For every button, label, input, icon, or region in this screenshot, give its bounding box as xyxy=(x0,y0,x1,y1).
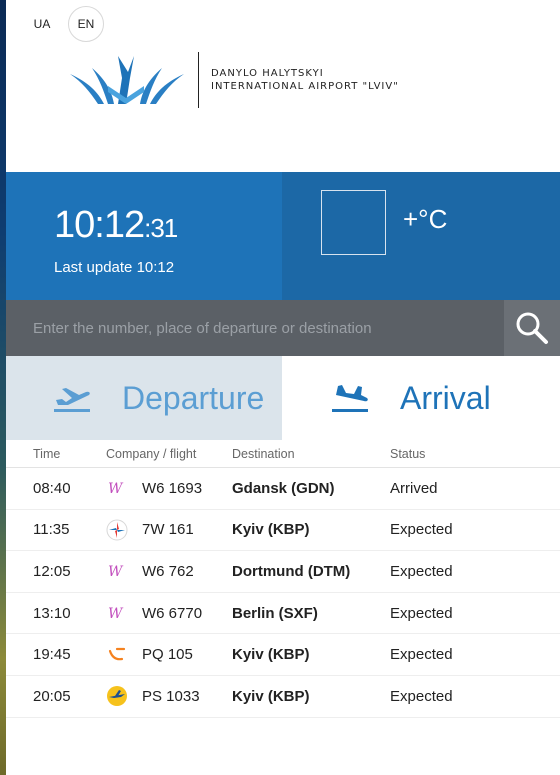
flight-time: 11:35 xyxy=(33,521,70,539)
flight-company: PS 1033 xyxy=(106,685,232,707)
table-row[interactable]: 20:05 PS 1033 Kyiv (KBP) Expected xyxy=(6,676,560,718)
plane-landing-icon xyxy=(332,385,368,412)
flight-destination: Berlin (SXF) xyxy=(232,604,318,622)
last-update-text: Last update 10:12 xyxy=(54,259,175,276)
flight-destination: Kyiv (KBP) xyxy=(232,687,310,705)
flight-destination: Kyiv (KBP) xyxy=(232,521,310,539)
windrose-logo-icon xyxy=(106,519,128,541)
table-row[interactable]: 19:45 PQ 105 Kyiv (KBP) Expected xyxy=(6,634,560,676)
airport-name-line1: DANYLO HALYTSKYI xyxy=(211,68,324,79)
header-status[interactable]: Status xyxy=(390,447,530,461)
flight-time: 20:05 xyxy=(33,687,71,705)
flight-destination: Dortmund (DTM) xyxy=(232,562,351,580)
language-switch: UA EN xyxy=(24,6,104,42)
clock-seconds: :31 xyxy=(144,213,178,243)
temperature: +°C xyxy=(403,204,448,234)
flight-status: Expected xyxy=(390,646,453,664)
clock: 10:12:31 xyxy=(54,204,178,247)
wizzair-logo-icon: W xyxy=(106,477,128,499)
flight-number: W6 1693 xyxy=(142,479,203,497)
flight-number: W6 6770 xyxy=(142,604,203,622)
uia-logo-icon xyxy=(106,685,128,707)
flight-company: W W6 6770 xyxy=(106,602,232,624)
flight-time: 08:40 xyxy=(33,479,71,497)
table-row[interactable]: 11:35 7W 161 Kyiv (KBP) Expected xyxy=(6,510,560,552)
search-input[interactable] xyxy=(6,300,502,356)
plane-takeoff-icon xyxy=(54,388,90,412)
lang-en-button[interactable]: EN xyxy=(68,6,104,42)
flight-status: Expected xyxy=(390,562,453,580)
table-row[interactable]: 12:05 W W6 762 Dortmund (DTM) Expected xyxy=(6,551,560,593)
flight-time: 19:45 xyxy=(33,646,71,664)
flight-number: PQ 105 xyxy=(142,646,193,664)
flight-time: 12:05 xyxy=(33,562,71,580)
lang-ua-button[interactable]: UA xyxy=(24,6,60,42)
flight-company: W W6 762 xyxy=(106,560,232,582)
airport-logo[interactable]: DANYLO HALYTSKYI INTERNATIONAL AIRPORT "… xyxy=(68,52,399,108)
search-bar xyxy=(6,300,560,356)
header-time[interactable]: Time xyxy=(6,447,106,461)
airport-name: DANYLO HALYTSKYI INTERNATIONAL AIRPORT "… xyxy=(211,67,399,93)
direction-tabs: Departure Arrival xyxy=(6,356,560,440)
flight-destination: Kyiv (KBP) xyxy=(232,646,310,664)
flight-status: Expected xyxy=(390,687,453,705)
crown-logo-icon xyxy=(70,56,184,104)
wizzair-logo-icon: W xyxy=(106,560,128,582)
flight-time: 13:10 xyxy=(33,604,71,622)
header-destination[interactable]: Destination xyxy=(232,447,390,461)
header-company[interactable]: Company / flight xyxy=(106,447,232,461)
flight-company: PQ 105 xyxy=(106,644,232,666)
table-header: Time Company / flight Destination Status xyxy=(6,440,560,468)
flight-number: W6 762 xyxy=(142,562,194,580)
clock-hm: 10:12 xyxy=(54,204,145,246)
tab-departure-label: Departure xyxy=(122,379,265,416)
flight-board-panel: UA EN DANYLO HALYTSKYI INTERNATIONAL AIR… xyxy=(6,0,560,775)
flights-table: Time Company / flight Destination Status… xyxy=(6,440,560,718)
weather-panel: +°C xyxy=(282,172,560,300)
tab-arrival[interactable]: Arrival xyxy=(282,356,560,440)
flight-status: Expected xyxy=(390,604,453,622)
flight-number: 7W 161 xyxy=(142,521,194,539)
airport-name-line2: INTERNATIONAL AIRPORT "LVIV" xyxy=(211,81,399,92)
flight-status: Arrived xyxy=(390,479,438,497)
flight-number: PS 1033 xyxy=(142,687,200,705)
search-button[interactable] xyxy=(504,300,560,356)
search-icon xyxy=(516,312,548,344)
flight-status: Expected xyxy=(390,521,453,539)
tab-departure[interactable]: Departure xyxy=(6,356,282,440)
tab-arrival-label: Arrival xyxy=(400,379,491,416)
flight-company: 7W 161 xyxy=(106,519,232,541)
table-row[interactable]: 13:10 W W6 6770 Berlin (SXF) Expected xyxy=(6,593,560,635)
svg-text:W: W xyxy=(108,606,124,620)
svg-text:W: W xyxy=(108,564,124,578)
logo-divider xyxy=(198,52,199,108)
pegasus-logo-icon xyxy=(106,644,128,666)
flight-destination: Gdansk (GDN) xyxy=(232,479,335,497)
svg-text:W: W xyxy=(108,481,124,495)
clock-panel: 10:12:31 Last update 10:12 xyxy=(6,172,282,300)
weather-icon xyxy=(321,190,386,255)
flight-company: W W6 1693 xyxy=(106,477,232,499)
table-row[interactable]: 08:40 W W6 1693 Gdansk (GDN) Arrived xyxy=(6,468,560,510)
wizzair-logo-icon: W xyxy=(106,602,128,624)
